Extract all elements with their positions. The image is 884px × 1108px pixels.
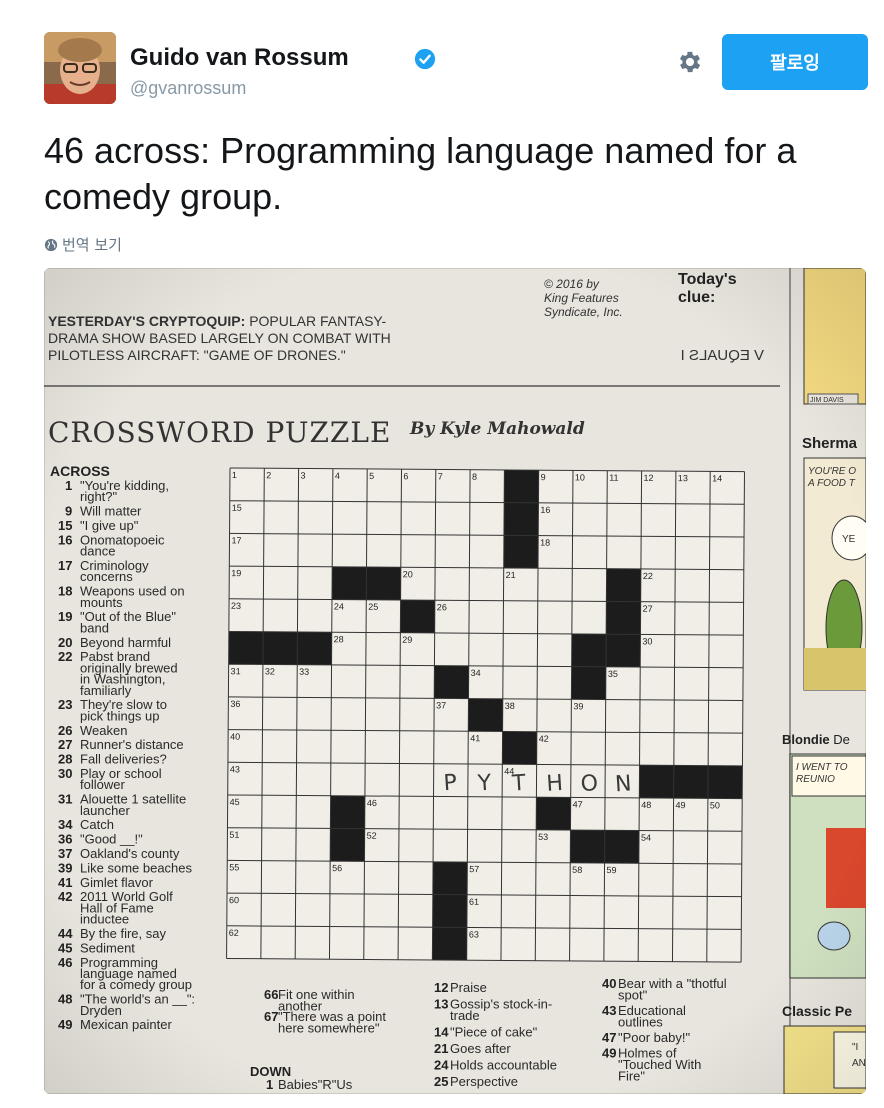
translate-link[interactable]: 번역 보기 (44, 234, 122, 255)
tweet-photo[interactable]: © 2016 byKing FeaturesSyndicate, Inc.Tod… (44, 268, 866, 1094)
translate-label: 번역 보기 (62, 236, 122, 254)
verified-badge-icon (414, 48, 436, 70)
author-name[interactable]: Guido van Rossum (130, 44, 349, 72)
following-button[interactable]: 팔로잉 (722, 34, 868, 90)
avatar[interactable] (44, 32, 116, 104)
author-handle[interactable]: @gvanrossum (130, 78, 246, 99)
photo-vignette (44, 268, 866, 1094)
tweet-header: Guido van Rossum @gvanrossum 팔로잉 (44, 32, 868, 106)
crossword-photo-svg: © 2016 byKing FeaturesSyndicate, Inc.Tod… (44, 268, 866, 1094)
tweet-text: 46 across: Programming language named fo… (44, 130, 797, 217)
gear-icon[interactable] (676, 48, 704, 76)
globe-icon (44, 238, 58, 251)
